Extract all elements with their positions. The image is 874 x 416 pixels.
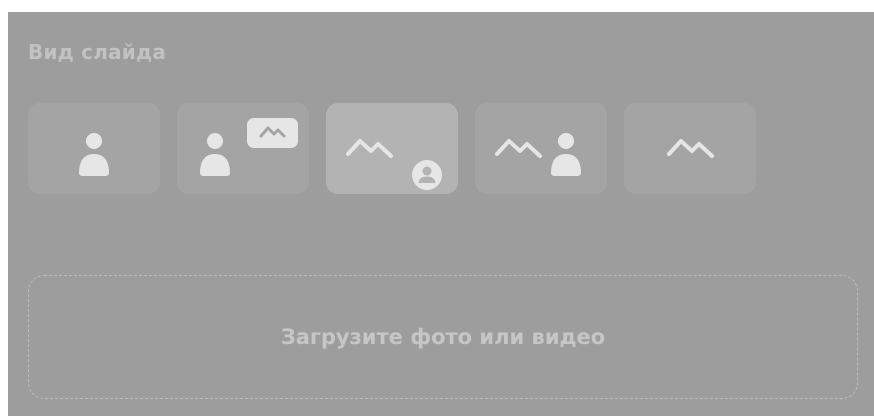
image-and-person-glyphs [495,133,581,176]
mountain-icon [495,139,542,158]
image-with-avatar-glyphs [346,139,442,190]
person-with-image-glyphs [200,118,298,176]
person-icon [551,133,581,176]
layout-option-person-image[interactable] [177,103,309,194]
image-badge-icon [247,118,298,148]
layout-option-image-person[interactable] [475,103,607,194]
person-icon [79,133,109,176]
upload-dropzone[interactable]: Загрузите фото или видео [28,275,858,399]
mountain-icon [346,139,393,158]
layout-option-image-avatar[interactable] [326,103,458,194]
slide-settings-panel: Вид слайда Загрузите фото или видео [8,12,874,416]
section-title: Вид слайда [28,40,167,64]
upload-label: Загрузите фото или видео [280,325,606,349]
mountain-icon [667,139,714,158]
person-icon [200,133,230,176]
layout-option-person[interactable] [28,103,160,194]
layout-option-image[interactable] [624,103,756,194]
avatar-badge-icon [412,160,442,190]
